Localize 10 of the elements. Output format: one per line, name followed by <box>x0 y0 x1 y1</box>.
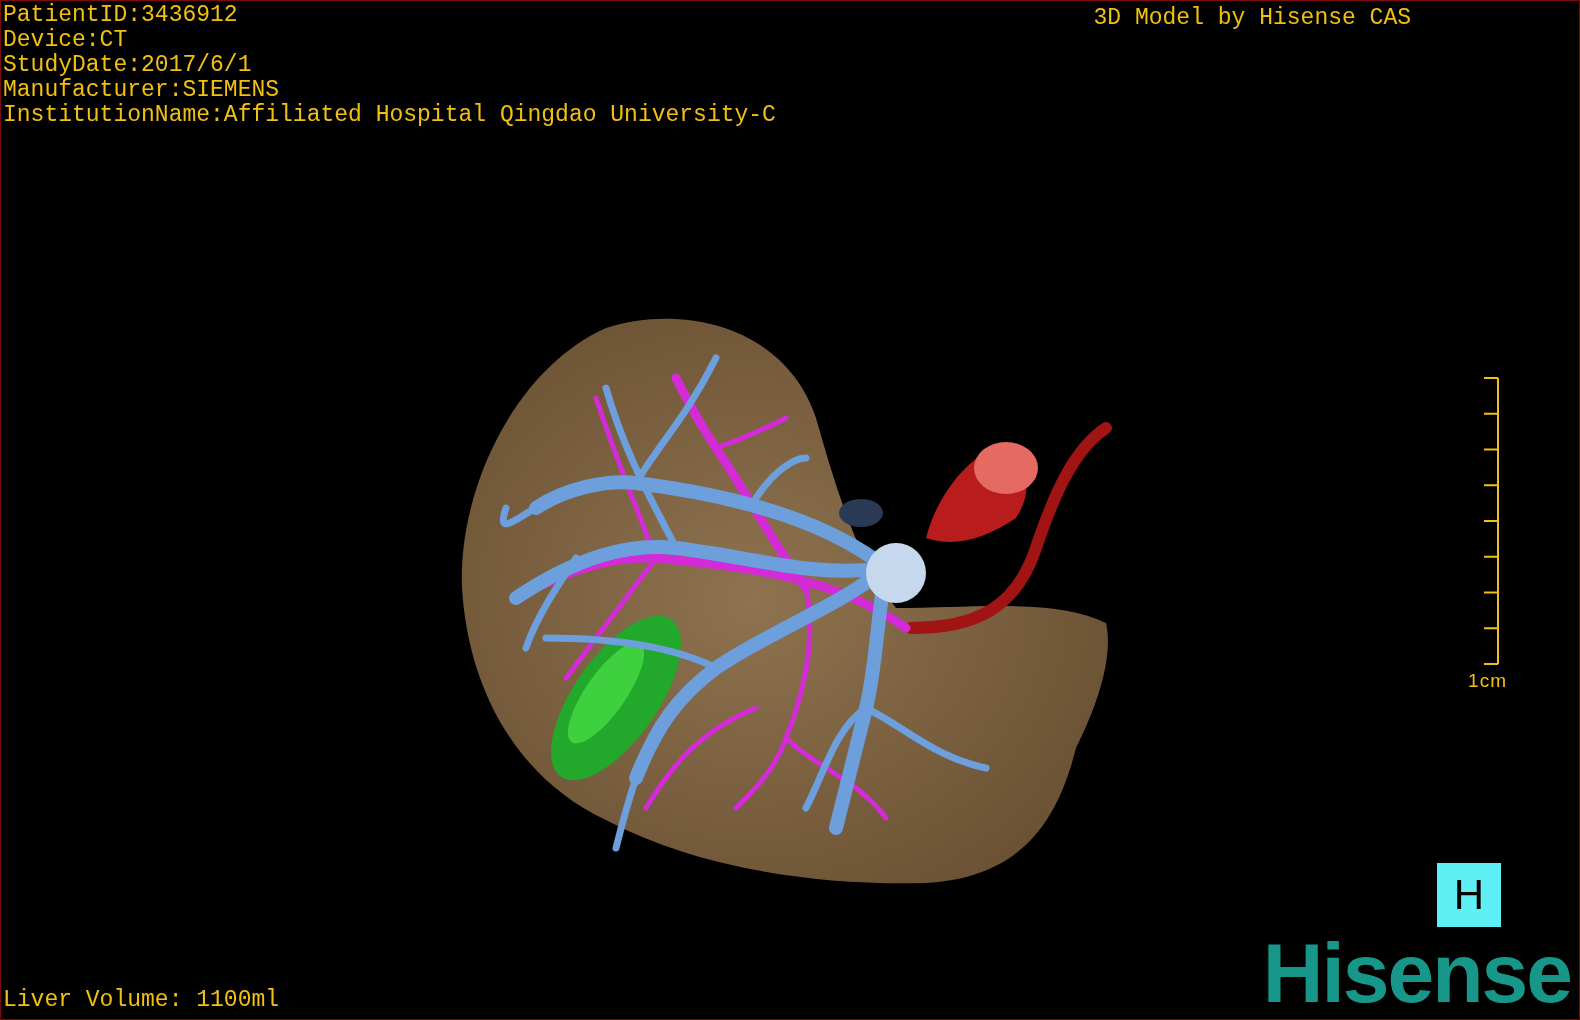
scale-label: 1cm <box>1468 670 1507 692</box>
info-line: StudyDate:2017/6/1 <box>3 53 253 78</box>
info-line: PatientID:3436912 <box>3 3 239 28</box>
viewer-title: 3D Model by Hisense CAS <box>1093 6 1411 33</box>
logo: Hisense <box>1262 933 1571 1013</box>
view-orientation-button[interactable]: H <box>1437 863 1501 927</box>
liver-volume-text: Liver Volume: 1100ml <box>3 988 280 1013</box>
info-line: Manufacturer:SIEMENS <box>3 78 281 103</box>
info-line: Device:CT <box>3 28 129 53</box>
info-line: InstitutionName:Affiliated Hospital Qingdao University-C <box>3 103 776 128</box>
